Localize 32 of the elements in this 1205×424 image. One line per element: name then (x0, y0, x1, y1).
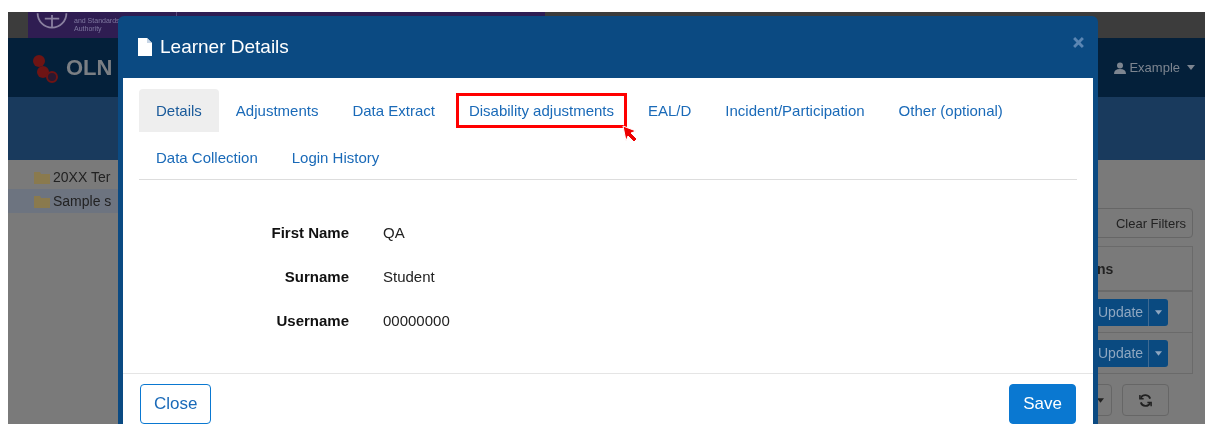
caret-icon (1155, 309, 1163, 315)
field-label: Username (275, 312, 349, 329)
tab[interactable]: Adjustments (218, 89, 336, 132)
tab[interactable]: Other (optional) (881, 89, 1020, 132)
document-icon (138, 38, 152, 56)
tab[interactable]: Data Extract (335, 89, 452, 132)
close-icon[interactable] (1073, 36, 1084, 48)
refresh-icon (1138, 392, 1153, 408)
user-icon (1114, 61, 1127, 74)
folder-icon (34, 194, 50, 208)
field-label: Surname (283, 268, 349, 285)
caret-icon (1155, 350, 1163, 356)
brand-name: OLN (66, 54, 113, 81)
folder-icon (34, 170, 50, 184)
caret-icon (1187, 65, 1195, 70)
refresh-button[interactable] (1122, 384, 1169, 416)
field-value: 00000000 (383, 312, 451, 329)
tab[interactable]: Details (139, 89, 219, 132)
field-value: QA (383, 224, 406, 241)
close-button[interactable]: Close (140, 384, 212, 424)
modal-title: Learner Details (160, 36, 289, 58)
save-button[interactable]: Save (1009, 384, 1076, 424)
tab[interactable]: EAL/D (631, 89, 709, 132)
logo-icon (30, 52, 60, 83)
dropdown-toggle[interactable] (1148, 298, 1169, 326)
tab[interactable]: Incident/Participation (708, 89, 882, 132)
dropdown-toggle[interactable] (1148, 339, 1169, 367)
caret-icon (1096, 397, 1104, 403)
tab[interactable]: Disability adjustments (451, 89, 631, 132)
field-value: Student (383, 268, 436, 285)
user-menu[interactable]: Example (1114, 60, 1195, 75)
field-label: First Name (270, 224, 349, 241)
